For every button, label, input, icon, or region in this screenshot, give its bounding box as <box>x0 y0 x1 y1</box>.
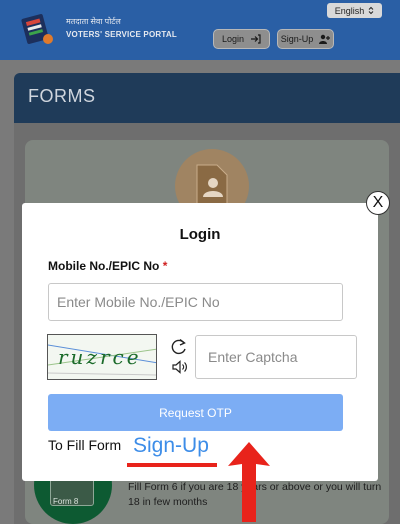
signup-annotation-underline <box>127 463 217 467</box>
header-login-button[interactable]: Login <box>213 29 270 49</box>
signup-link[interactable]: Sign-Up <box>133 434 209 458</box>
language-label: English <box>334 5 365 16</box>
form8-label: Form 8 <box>53 497 79 506</box>
chevron-updown-icon <box>368 6 374 15</box>
language-select[interactable]: English <box>327 3 382 18</box>
user-plus-icon <box>319 34 331 44</box>
captcha-text: ruzrce <box>58 345 142 369</box>
captcha-image: ruzrce <box>47 334 157 380</box>
signup-label: Sign-Up <box>280 34 314 44</box>
header-signup-button[interactable]: Sign-Up <box>277 29 334 49</box>
close-button[interactable]: X <box>366 191 390 215</box>
login-label: Login <box>221 34 245 44</box>
speaker-icon[interactable] <box>171 359 189 375</box>
fill-form-text: To Fill Form <box>48 437 122 453</box>
modal-title: Login <box>179 226 221 243</box>
captcha-input[interactable] <box>195 335 357 379</box>
top-header: मतदाता सेवा पोर्टल VOTERS' SERVICE PORTA… <box>0 0 400 60</box>
mobile-epic-input[interactable] <box>48 283 343 321</box>
mobile-field-label-text: Mobile No./EPIC No <box>48 259 160 273</box>
required-mark: * <box>162 259 168 273</box>
forms-title: FORMS <box>28 86 96 106</box>
login-arrow-icon <box>251 34 261 44</box>
portal-name-english: VOTERS' SERVICE PORTAL <box>66 30 177 39</box>
refresh-icon[interactable] <box>170 338 188 356</box>
mobile-field-label: Mobile No./EPIC No * <box>48 259 167 273</box>
arrow-up-icon <box>228 442 270 522</box>
logo-icon[interactable] <box>18 12 56 46</box>
portal-name-hindi: मतदाता सेवा पोर्टल <box>66 17 121 26</box>
request-otp-button[interactable]: Request OTP <box>48 394 343 431</box>
